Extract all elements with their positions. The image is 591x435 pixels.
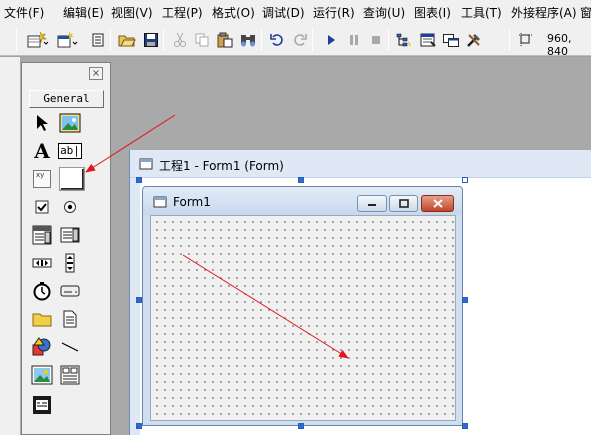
toolbar-separator xyxy=(261,29,262,51)
designer-titlebar: 工程1 - Form1 (Form) xyxy=(130,150,591,178)
paste-icon[interactable] xyxy=(215,30,235,50)
form-icon xyxy=(153,196,167,211)
form-design-grid[interactable] xyxy=(150,215,456,421)
hscrollbar-icon[interactable] xyxy=(31,252,53,274)
menu-run[interactable]: 运行(R) xyxy=(313,4,355,21)
drivelistbox-icon[interactable] xyxy=(59,280,81,302)
form1-caption: Form1 xyxy=(173,195,211,209)
toolbar-grip xyxy=(16,29,17,51)
menu-tools[interactable]: 工具(T) xyxy=(461,4,502,21)
shape-icon[interactable] xyxy=(31,336,53,358)
toolbar-separator xyxy=(509,29,510,51)
undo-icon[interactable] xyxy=(267,30,287,50)
form1-titlebar[interactable]: Form1 xyxy=(143,187,462,215)
menu-bar: 文件(F) 编辑(E) 视图(V) 工程(P) 格式(O) 调试(D) 运行(R… xyxy=(0,0,591,24)
toolbar-separator xyxy=(110,29,111,51)
toolbox-panel: × General A ab| xy xyxy=(21,62,111,435)
menu-editor-icon[interactable] xyxy=(88,30,108,50)
position-readout: 960, 840 xyxy=(547,32,572,58)
toolbar-separator xyxy=(163,29,164,51)
designer-window-icon xyxy=(139,158,153,173)
textbox-icon[interactable]: ab| xyxy=(58,140,82,162)
dock-strip xyxy=(0,57,20,435)
dirlistbox-icon[interactable] xyxy=(31,308,53,330)
toolbar-separator xyxy=(312,29,313,51)
maximize-icon xyxy=(398,199,409,208)
pause-icon[interactable] xyxy=(344,30,364,50)
designer-title: 工程1 - Form1 (Form) xyxy=(159,159,284,173)
maximize-button[interactable] xyxy=(389,195,418,212)
minimize-button[interactable] xyxy=(357,195,387,212)
frame-icon[interactable]: xy xyxy=(31,168,53,190)
image-icon[interactable] xyxy=(31,364,53,386)
menu-query[interactable]: 查询(U) xyxy=(363,4,405,21)
menu-file[interactable]: 文件(F) xyxy=(4,4,44,21)
menu-window[interactable]: 窗 xyxy=(580,4,591,21)
start-icon[interactable] xyxy=(321,30,341,50)
menu-project[interactable]: 工程(P) xyxy=(162,4,203,21)
menu-diagram[interactable]: 图表(I) xyxy=(414,4,451,21)
data-icon[interactable] xyxy=(59,364,81,386)
add-form-icon[interactable] xyxy=(55,30,79,50)
close-button[interactable] xyxy=(421,195,454,212)
save-project-icon[interactable] xyxy=(141,30,161,50)
add-project-icon[interactable] xyxy=(24,30,50,50)
toolbox-icon[interactable] xyxy=(464,30,484,50)
vscrollbar-icon[interactable] xyxy=(59,252,81,274)
selection-handle[interactable] xyxy=(298,423,304,429)
commandbutton-icon[interactable] xyxy=(59,167,85,191)
picturebox-icon[interactable] xyxy=(59,112,81,134)
menu-edit[interactable]: 编辑(E) xyxy=(63,4,104,21)
project-explorer-icon[interactable] xyxy=(394,30,414,50)
menu-format[interactable]: 格式(O) xyxy=(212,4,255,21)
form1-window[interactable]: Form1 xyxy=(142,186,463,426)
menu-addins[interactable]: 外接程序(A) xyxy=(511,4,577,21)
open-project-icon[interactable] xyxy=(117,30,137,50)
combobox-icon[interactable] xyxy=(31,224,53,246)
designer-border xyxy=(130,178,140,435)
toolbar-separator xyxy=(388,29,389,51)
menu-view[interactable]: 视图(V) xyxy=(111,4,153,21)
standard-toolbar: 960, 840 xyxy=(0,24,591,58)
stop-icon[interactable] xyxy=(366,30,386,50)
find-icon[interactable] xyxy=(238,30,258,50)
close-icon xyxy=(432,199,443,208)
selection-handle[interactable] xyxy=(462,297,468,303)
cut-icon[interactable] xyxy=(170,30,190,50)
selection-handle[interactable] xyxy=(136,177,142,183)
selection-handle[interactable] xyxy=(136,297,142,303)
pointer-icon[interactable] xyxy=(31,112,53,134)
line-icon[interactable] xyxy=(59,336,81,358)
selection-handle[interactable] xyxy=(136,423,142,429)
optionbutton-icon[interactable] xyxy=(59,196,81,218)
timer-icon[interactable] xyxy=(31,280,53,302)
selection-handle[interactable] xyxy=(462,177,468,183)
checkbox-icon[interactable] xyxy=(31,196,53,218)
ole-icon[interactable] xyxy=(31,394,53,416)
toolbox-tab-general[interactable]: General xyxy=(29,90,104,108)
selection-handle[interactable] xyxy=(462,423,468,429)
redo-icon[interactable] xyxy=(290,30,310,50)
copy-icon[interactable] xyxy=(192,30,212,50)
selection-handle[interactable] xyxy=(298,177,304,183)
toolbox-close-button[interactable]: × xyxy=(89,67,103,80)
properties-window-icon[interactable] xyxy=(418,30,438,50)
minimize-icon xyxy=(368,203,376,206)
label-icon[interactable]: A xyxy=(31,139,53,163)
filelistbox-icon[interactable] xyxy=(59,308,81,330)
position-icon xyxy=(516,30,536,50)
listbox-icon[interactable] xyxy=(59,224,81,246)
menu-debug[interactable]: 调试(D) xyxy=(262,4,305,21)
form-layout-icon[interactable] xyxy=(441,30,461,50)
